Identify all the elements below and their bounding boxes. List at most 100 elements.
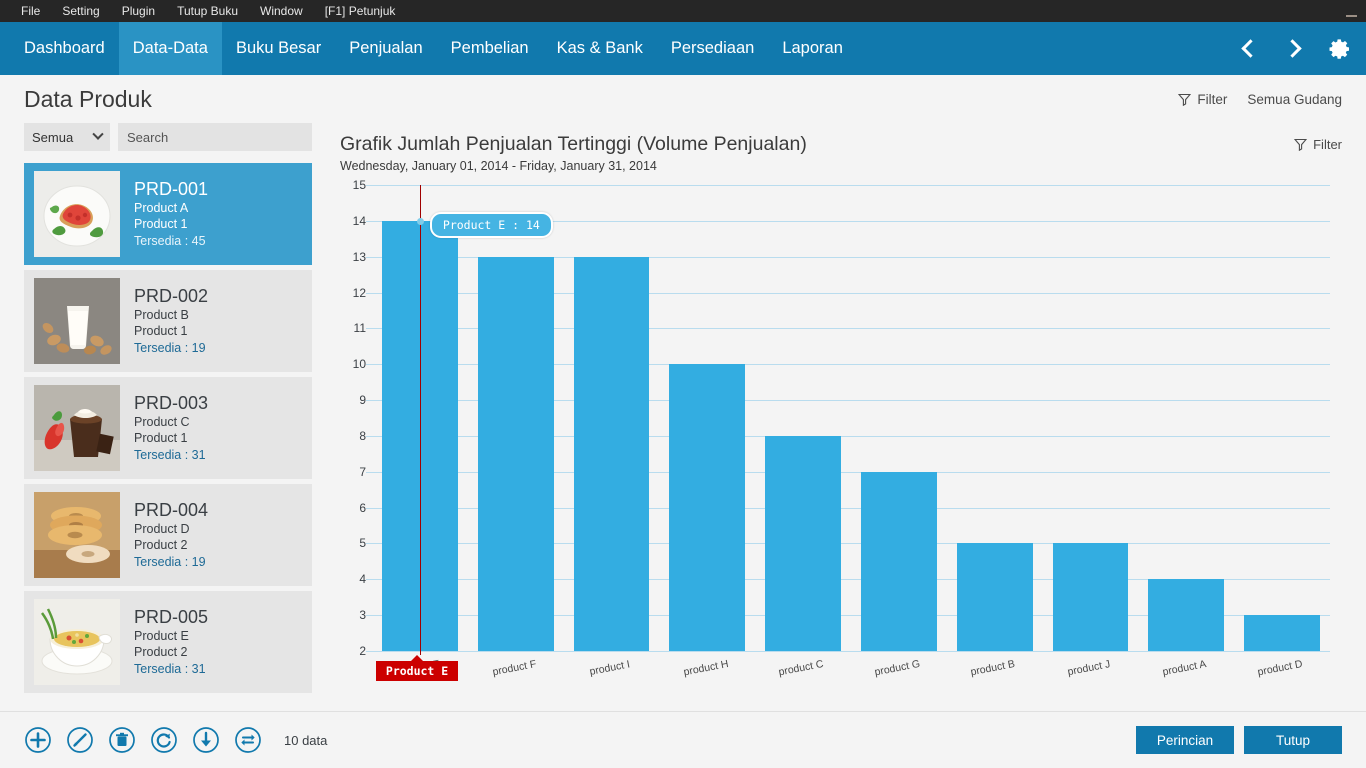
menu-item-tutup-buku[interactable]: Tutup Buku	[166, 4, 249, 18]
chart-bar[interactable]	[573, 256, 650, 651]
list-item[interactable]: PRD-005 Product E Product 2 Tersedia : 3…	[24, 591, 312, 693]
menu-item-window[interactable]: Window	[249, 4, 314, 18]
plus-circle-icon[interactable]	[24, 726, 52, 754]
chocolate-cake-photo	[34, 385, 120, 471]
close-button[interactable]: Tutup	[1244, 726, 1342, 754]
bar-slot[interactable]	[659, 185, 755, 651]
x-label-slot: product D	[1234, 652, 1330, 692]
menu-item-file[interactable]: File	[10, 4, 51, 18]
menu-item-setting[interactable]: Setting	[51, 4, 110, 18]
chart-bar[interactable]	[477, 256, 554, 651]
list-item[interactable]: PRD-001 Product A Product 1 Tersedia : 4…	[24, 163, 312, 265]
page-header: Data Produk Filter Semua Gudang	[0, 75, 1366, 123]
x-axis-tick-label: product A	[1161, 658, 1208, 679]
y-axis-tick: 2	[359, 644, 366, 658]
chart-subtitle: Wednesday, January 01, 2014 - Friday, Ja…	[340, 159, 657, 173]
bar-slot[interactable]	[1234, 185, 1330, 651]
trash-circle-icon[interactable]	[108, 726, 136, 754]
chart-bar[interactable]	[765, 435, 841, 651]
chart-filter-button[interactable]: Filter	[1294, 137, 1342, 152]
record-count-label: 10 data	[284, 732, 328, 748]
transfer-circle-icon[interactable]	[234, 726, 262, 754]
tab-kas-bank[interactable]: Kas & Bank	[543, 22, 657, 75]
detail-button[interactable]: Perincian	[1136, 726, 1234, 754]
chart-crosshair-dot	[416, 217, 424, 225]
product-code: PRD-003	[134, 393, 209, 413]
chart-title: Grafik Jumlah Penjualan Tertinggi (Volum…	[340, 133, 807, 155]
warehouse-selector[interactable]: Semua Gudang	[1247, 92, 1342, 107]
x-label-slot: product F	[468, 652, 564, 692]
product-stock: Tersedia : 19	[134, 555, 206, 569]
download-circle-icon[interactable]	[192, 726, 220, 754]
bar-slot[interactable]	[947, 185, 1043, 651]
x-label-slot: product H	[659, 652, 755, 692]
chart-bar[interactable]	[1148, 579, 1225, 651]
chart-bar[interactable]	[956, 543, 1033, 651]
gear-icon[interactable]	[1328, 36, 1352, 62]
donuts-photo	[34, 492, 120, 578]
chevron-left-icon[interactable]	[1236, 36, 1260, 62]
product-list[interactable]: PRD-001 Product A Product 1 Tersedia : 4…	[0, 163, 336, 693]
chart-bar[interactable]	[1244, 615, 1320, 651]
chart-container: Grafik Jumlah Penjualan Tertinggi (Volum…	[336, 123, 1366, 768]
bar-slot[interactable]	[851, 185, 947, 651]
x-axis-tick-label: product G	[873, 657, 921, 679]
category-select-value: Semua	[32, 129, 74, 145]
y-axis-tick: 7	[359, 464, 366, 479]
menu-item-plugin[interactable]: Plugin	[111, 4, 166, 18]
tab-persediaan[interactable]: Persediaan	[657, 22, 768, 75]
x-label-slot: product B	[947, 652, 1043, 692]
list-item[interactable]: PRD-004 Product D Product 2 Tersedia : 1…	[24, 484, 312, 586]
minimize-icon[interactable]	[1336, 0, 1366, 22]
product-group: Product 2	[134, 645, 188, 659]
x-axis-tick-label: product J	[1066, 658, 1112, 679]
header-filter-button[interactable]: Filter	[1178, 92, 1227, 107]
bar-slot[interactable]	[1043, 185, 1139, 651]
product-name: Product B	[134, 308, 189, 322]
chart-bars[interactable]	[372, 185, 1330, 651]
bottom-actions: Perincian Tutup	[1136, 726, 1342, 754]
y-axis-tick: 13	[352, 249, 366, 264]
y-axis-tick: 9	[359, 393, 366, 408]
x-label-slot: product I	[564, 652, 660, 692]
chart-bar[interactable]	[1052, 543, 1129, 651]
list-item-info: PRD-001 Product A Product 1 Tersedia : 4…	[134, 178, 208, 250]
list-item-info: PRD-004 Product D Product 2 Tersedia : 1…	[134, 499, 208, 571]
menu-item-petunjuk[interactable]: [F1] Petunjuk	[314, 4, 407, 18]
x-axis-labels: product Eproduct Fproduct Iproduct Hprod…	[372, 652, 1330, 692]
tab-dashboard[interactable]: Dashboard	[10, 22, 119, 75]
tab-buku-besar[interactable]: Buku Besar	[222, 22, 335, 75]
page-title: Data Produk	[24, 85, 152, 112]
bar-slot[interactable]	[564, 185, 660, 651]
x-axis-tick-label: product D	[1256, 657, 1304, 679]
tab-pembelian[interactable]: Pembelian	[437, 22, 543, 75]
funnel-icon	[1178, 93, 1192, 106]
bar-slot[interactable]	[755, 185, 851, 651]
product-stock: Tersedia : 31	[134, 662, 206, 676]
soup-bowl-photo	[34, 599, 120, 685]
menu-bar: File Setting Plugin Tutup Buku Window [F…	[0, 0, 1366, 22]
chart-bar[interactable]	[861, 471, 937, 651]
x-axis-tick-label: product F	[491, 658, 537, 679]
chart-bar[interactable]	[669, 364, 746, 651]
tab-laporan[interactable]: Laporan	[768, 22, 857, 75]
bar-slot[interactable]	[468, 185, 564, 651]
refresh-circle-icon[interactable]	[150, 726, 178, 754]
y-axis-tick: 6	[359, 500, 366, 515]
list-item[interactable]: PRD-002 Product B Product 1 Tersedia : 1…	[24, 270, 312, 372]
bar-chart[interactable]: 15141312111098765432 product Eproduct Fp…	[340, 178, 1330, 685]
product-stock: Tersedia : 31	[134, 448, 206, 462]
chart-filter-label: Filter	[1313, 137, 1342, 152]
bar-slot[interactable]	[1138, 185, 1234, 651]
category-select[interactable]: Semua	[24, 123, 110, 151]
search-input[interactable]	[118, 123, 312, 151]
tab-penjualan[interactable]: Penjualan	[335, 22, 436, 75]
chevron-right-icon[interactable]	[1282, 36, 1306, 62]
tab-data-data[interactable]: Data-Data	[118, 22, 222, 75]
list-item[interactable]: PRD-003 Product C Product 1 Tersedia : 3…	[24, 377, 312, 479]
product-group: Product 1	[134, 324, 188, 338]
y-axis-tick: 3	[359, 608, 366, 623]
y-axis: 15 14 13 12 11 10 9 8 7 6 5 4 3 2	[340, 178, 366, 658]
pencil-circle-icon[interactable]	[66, 726, 94, 754]
product-code: PRD-004	[134, 500, 209, 520]
